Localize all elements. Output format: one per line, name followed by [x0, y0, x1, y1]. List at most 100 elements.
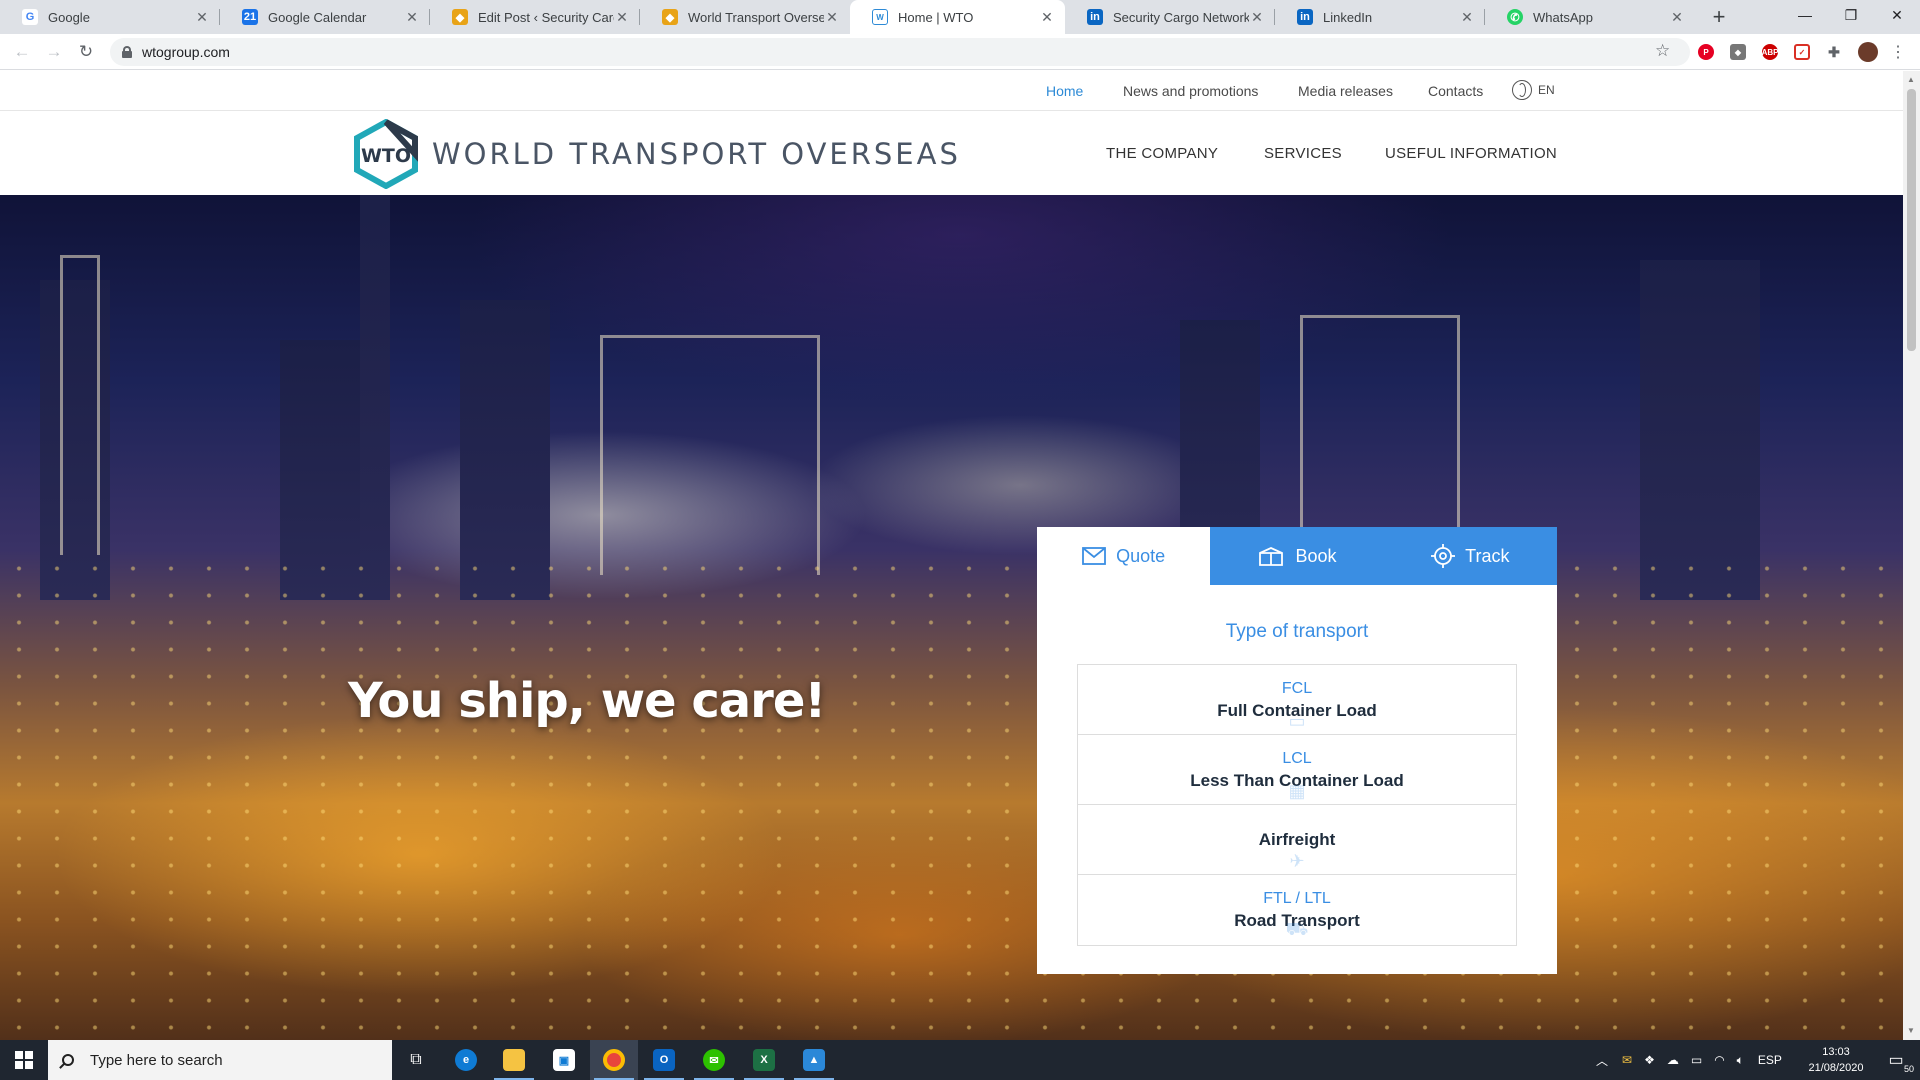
scroll-down-arrow-icon[interactable]: ▼ [1907, 1026, 1915, 1035]
taskbar-photos[interactable]: ▲ [790, 1040, 838, 1080]
nav-the-company-link[interactable]: THE COMPANY [1106, 145, 1218, 162]
nav-services-link[interactable]: SERVICES [1264, 145, 1342, 162]
browser-tab-wto-google[interactable]: ◆ World Transport Overseas G ✕ [640, 0, 850, 34]
new-tab-button[interactable]: + [1706, 4, 1732, 30]
hero-crane [600, 335, 820, 575]
battery-icon[interactable]: ▭ [1691, 1053, 1702, 1067]
volume-icon[interactable]: 🔈︎ [1737, 1053, 1744, 1068]
tab-track[interactable]: Track [1383, 527, 1557, 585]
scroll-up-arrow-icon[interactable]: ▲ [1907, 75, 1915, 84]
browser-tab-security-cargo-linkedin[interactable]: in Security Cargo Network, Inc ✕ [1065, 0, 1275, 34]
forward-button[interactable]: → [42, 40, 66, 64]
option-road-transport[interactable]: FTL / LTL Road Transport ⛟ [1078, 875, 1516, 945]
address-bar[interactable]: wtogroup.com [110, 38, 1690, 66]
close-tab-icon[interactable]: ✕ [614, 9, 630, 25]
input-language-indicator[interactable]: ESP [1758, 1053, 1782, 1067]
pinterest-extension-icon[interactable]: P [1698, 44, 1714, 60]
language-selector[interactable]: EN [1512, 80, 1555, 100]
browser-toolbar: ← → ↻ wtogroup.com ☆ P ◆ ABP ✓ ✚ ⋮ [0, 34, 1920, 70]
dropbox-extension-icon[interactable]: ◆ [1730, 44, 1746, 60]
show-hidden-icons-chevron-up-icon[interactable]: ︿ [1596, 1052, 1608, 1069]
tab-title: Security Cargo Network, Inc [1113, 9, 1249, 25]
back-button[interactable]: ← [10, 40, 34, 64]
close-tab-icon[interactable]: ✕ [404, 9, 420, 25]
close-tab-icon[interactable]: ✕ [1669, 9, 1685, 25]
wifi-icon[interactable]: ◠ [1714, 1053, 1724, 1067]
option-lcl[interactable]: LCL Less Than Container Load ▦ [1078, 735, 1516, 805]
mail-tray-icon[interactable]: ✉ [1622, 1053, 1632, 1067]
browser-tab-whatsapp[interactable]: ✆ WhatsApp ✕ [1485, 0, 1695, 34]
taskbar-wechat[interactable]: ✉ [690, 1040, 738, 1080]
option-fcl[interactable]: FCL Full Container Load ▭ [1078, 665, 1516, 735]
close-tab-icon[interactable]: ✕ [1249, 9, 1265, 25]
taskbar-file-explorer[interactable] [490, 1040, 538, 1080]
page-scrollbar[interactable]: ▲ ▼ [1903, 71, 1920, 1040]
photos-icon: ▲ [803, 1049, 825, 1071]
tab-title: Home | WTO [898, 9, 974, 25]
scrollbar-thumb[interactable] [1907, 89, 1916, 351]
taskbar-outlook[interactable]: O [640, 1040, 688, 1080]
nav-useful-information-link[interactable]: USEFUL INFORMATION [1385, 145, 1557, 162]
nav-home-link[interactable]: Home [1046, 83, 1083, 99]
globe-icon [1512, 80, 1532, 100]
adblock-extension-icon[interactable]: ABP [1762, 44, 1778, 60]
excel-icon: X [753, 1049, 775, 1071]
browser-tab-calendar[interactable]: 21 Google Calendar ✕ [220, 0, 430, 34]
tab-book[interactable]: Book [1210, 527, 1384, 585]
action-center-button[interactable]: ▭ 50 [1872, 1040, 1920, 1080]
hero-slogan: You ship, we care! [348, 673, 826, 729]
target-icon [1431, 544, 1456, 568]
profile-avatar[interactable] [1858, 42, 1878, 62]
close-tab-icon[interactable]: ✕ [194, 9, 210, 25]
taskbar-store[interactable]: ▣ [540, 1040, 588, 1080]
search-icon [62, 1054, 74, 1066]
close-tab-icon[interactable]: ✕ [824, 9, 840, 25]
minimize-window-button[interactable]: — [1782, 0, 1828, 30]
close-tab-icon[interactable]: ✕ [1039, 9, 1055, 25]
top-navigation: Home News and promotions Media releases … [0, 71, 1903, 111]
taskbar-clock[interactable]: 13:03 21/08/2020 [1800, 1044, 1872, 1076]
nav-media-link[interactable]: Media releases [1298, 83, 1393, 99]
taskbar-edge[interactable]: e [442, 1040, 490, 1080]
dropbox-tray-icon[interactable]: ❖ [1644, 1053, 1655, 1067]
reload-button[interactable]: ↻ [74, 40, 98, 64]
envelope-icon [1082, 547, 1107, 565]
start-button[interactable] [0, 1040, 48, 1080]
browser-tab-linkedin[interactable]: in LinkedIn ✕ [1275, 0, 1485, 34]
pocket-extension-icon[interactable]: ✓ [1794, 44, 1810, 60]
tab-quote[interactable]: Quote [1037, 527, 1211, 585]
task-view-icon: ⧉ [410, 1051, 422, 1068]
browser-tab-strip: G Google ✕ 21 Google Calendar ✕ ◆ Edit P… [0, 0, 1920, 34]
browser-menu-icon[interactable]: ⋮ [1886, 40, 1910, 64]
tab-title: Google [48, 9, 90, 25]
transport-type-heading: Type of transport [1225, 621, 1369, 642]
notification-icon: ▭ [1888, 1052, 1904, 1069]
option-airfreight[interactable]: Airfreight ✈ [1078, 805, 1516, 875]
onedrive-cloud-icon[interactable]: ☁ [1667, 1053, 1679, 1067]
taskbar-excel[interactable]: X [740, 1040, 788, 1080]
nav-news-link[interactable]: News and promotions [1123, 83, 1258, 99]
wto-favicon-icon: W [872, 9, 888, 25]
option-code: FCL [1281, 679, 1313, 697]
browser-tab-edit-post[interactable]: ◆ Edit Post ‹ Security Cargo N ✕ [430, 0, 640, 34]
tab-title: Google Calendar [268, 9, 367, 25]
package-icon [1257, 545, 1285, 567]
wto-logo[interactable]: WTO WORLD TRANSPORT OVERSEAS [352, 119, 961, 189]
clock-time: 13:03 [1822, 1046, 1850, 1058]
wechat-icon: ✉ [703, 1049, 725, 1071]
extensions-puzzle-icon[interactable]: ✚ [1826, 44, 1842, 60]
close-window-button[interactable]: ✕ [1874, 0, 1920, 30]
boxes-icon: ▦ [1288, 781, 1306, 801]
browser-tab-google[interactable]: G Google ✕ [0, 0, 220, 34]
nav-contacts-link[interactable]: Contacts [1428, 83, 1483, 99]
task-view-button[interactable]: ⧉ [392, 1040, 440, 1080]
close-tab-icon[interactable]: ✕ [1459, 9, 1475, 25]
taskbar-search-box[interactable]: Type here to search [48, 1040, 392, 1080]
shipping-widget: Quote Book Track Type of transport FCL F… [1037, 527, 1557, 974]
bookmark-star-icon[interactable]: ☆ [1655, 41, 1670, 61]
wto-website: Home News and promotions Media releases … [0, 71, 1903, 1040]
taskbar-chrome[interactable] [590, 1040, 638, 1080]
maximize-window-button[interactable]: ❐ [1828, 0, 1874, 30]
browser-tab-home-wto[interactable]: W Home | WTO ✕ [850, 0, 1065, 34]
tab-book-label: Book [1295, 545, 1337, 566]
